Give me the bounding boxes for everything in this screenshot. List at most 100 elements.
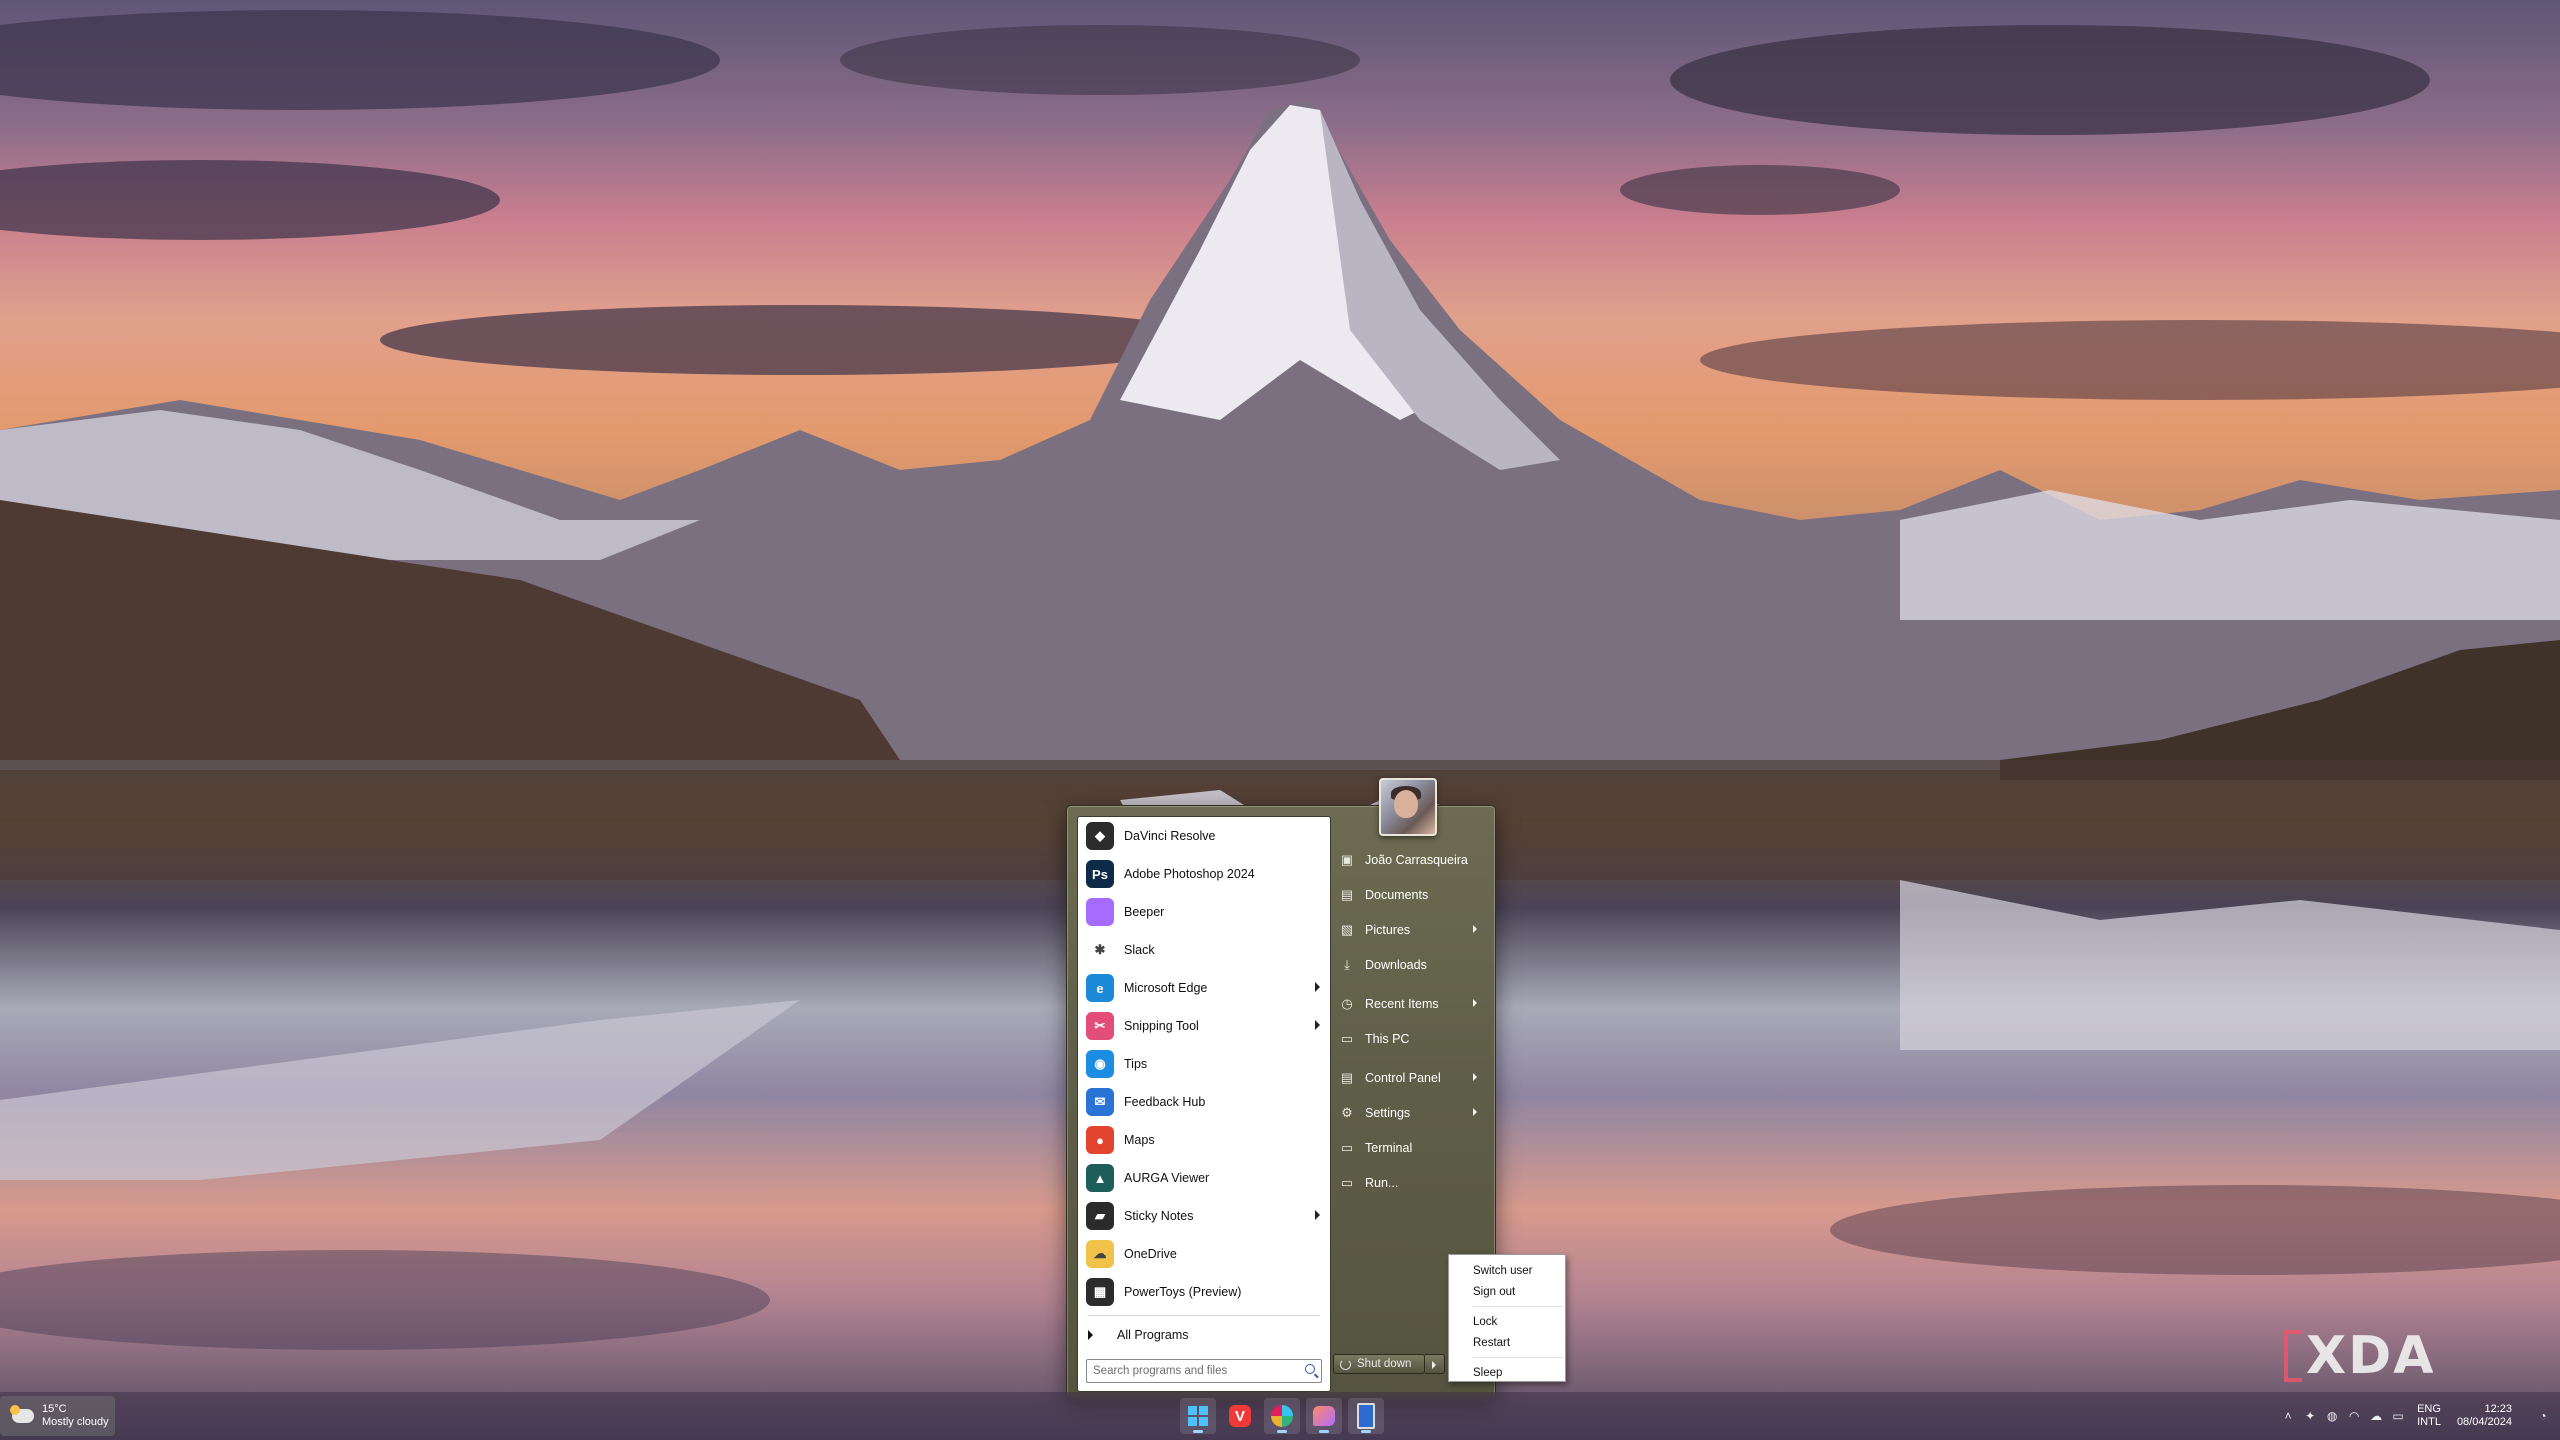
menu-item-lock[interactable]: Lock [1449,1311,1565,1332]
lang-layout: INTL [2417,1416,2441,1428]
wifi-icon[interactable]: ◠ [2345,1409,2363,1423]
submenu-arrow-icon[interactable] [1315,1020,1320,1030]
app-label: Slack [1124,943,1155,957]
xda-logo-text: XDA [2306,1326,2436,1386]
all-programs-button[interactable]: All Programs [1078,1320,1330,1350]
menu-divider [1473,1357,1563,1358]
place-label: Documents [1365,887,1429,902]
app-item[interactable]: ● Maps [1078,1121,1330,1159]
input-language-indicator[interactable]: ENG INTL [2417,1403,2441,1429]
notification-bell-icon[interactable]: ◔ [2534,1409,2552,1423]
app-label: DaVinci Resolve [1124,829,1216,843]
davinci-resolve-icon: ◆ [1086,822,1114,850]
place-item[interactable]: ▭ Run... [1333,1165,1489,1200]
terminal-icon: ▭ [1340,1139,1354,1155]
app-item[interactable]: Ps Adobe Photoshop 2024 [1078,855,1330,893]
shutdown-options-button[interactable] [1425,1354,1445,1374]
xda-watermark: XDA [2284,1326,2436,1386]
photoshop-icon: Ps [1086,860,1114,888]
clock-date: 08/04/2024 [2456,1416,2512,1428]
battery-icon[interactable]: ▭ [2389,1409,2407,1423]
app-item[interactable]: ◆ DaVinci Resolve [1078,817,1330,855]
edge-icon: e [1086,974,1114,1002]
recent-items-icon: ◷ [1341,995,1353,1011]
menu-item-sleep[interactable]: Sleep [1449,1362,1565,1383]
submenu-arrow-icon[interactable] [1315,982,1320,992]
menu-item-switch-user[interactable]: Switch user [1449,1260,1565,1281]
place-item[interactable]: ▤ Documents [1333,877,1489,912]
place-label: Pictures [1365,922,1411,937]
place-item[interactable]: ▤ Control Panel [1333,1060,1489,1095]
start-button[interactable] [1180,1398,1216,1434]
downloads-icon: ⤓ [1344,956,1350,972]
tray-app-icon[interactable]: ✦ [2301,1409,2319,1423]
taskbar-document-app[interactable] [1348,1398,1384,1434]
taskbar-slack[interactable] [1264,1398,1300,1434]
pictures-icon: ▧ [1340,921,1354,937]
app-label: AURGA Viewer [1124,1171,1210,1185]
app-item[interactable]: ✱ Slack [1078,931,1330,969]
shutdown-button[interactable]: Shut down [1333,1354,1425,1374]
submenu-arrow-icon [1473,999,1477,1007]
weather-condition: Mostly cloudy [42,1416,109,1428]
place-item[interactable]: ▭ This PC [1333,1021,1489,1056]
app-item[interactable]: ◉ Tips [1078,1045,1330,1083]
power-icon [1340,1358,1351,1370]
tray-app-icon[interactable]: ◍ [2323,1409,2341,1423]
app-item[interactable]: ✉ Feedback Hub [1078,1083,1330,1121]
expand-arrow-icon [1088,1330,1093,1340]
app-item[interactable]: ▦ PowerToys (Preview) [1078,1273,1330,1311]
taskbar-vivaldi[interactable]: V [1222,1398,1258,1434]
app-label: Beeper [1124,905,1165,919]
app-item[interactable]: ☁ OneDrive [1078,1235,1330,1273]
submenu-arrow-icon[interactable] [1315,1210,1320,1220]
clock[interactable]: 12:23 08/04/2024 [2457,1403,2512,1429]
app-label: Sticky Notes [1124,1209,1194,1223]
menu-item-sign-out[interactable]: Sign out [1449,1281,1565,1302]
app-label: Tips [1124,1057,1148,1071]
app-item[interactable]: ▲ AURGA Viewer [1078,1159,1330,1197]
place-item[interactable]: ⤓ Downloads [1333,947,1489,982]
search-input[interactable] [1087,1364,1295,1378]
onedrive-icon: ☁ [1086,1240,1114,1268]
place-label: Run... [1365,1175,1399,1190]
run-icon: ▭ [1340,1174,1354,1190]
partly-cloudy-icon [10,1405,34,1423]
show-hidden-icons-chevron-icon[interactable]: ˄ [2279,1409,2297,1423]
powertoys-icon: ▦ [1086,1278,1114,1306]
app-item[interactable]: ✂ Snipping Tool [1078,1007,1330,1045]
user-avatar[interactable] [1379,778,1437,836]
menu-item-restart[interactable]: Restart [1449,1332,1565,1353]
weather-widget[interactable]: 15°C Mostly cloudy [0,1396,115,1436]
search-icon[interactable] [1305,1364,1315,1374]
app-item[interactable]: e Microsoft Edge [1078,969,1330,1007]
app-item[interactable]: Beeper [1078,893,1330,931]
place-item[interactable]: ▣ João Carrasqueira [1333,842,1489,877]
aurga-viewer-icon: ▲ [1086,1164,1114,1192]
app-label: Feedback Hub [1124,1095,1206,1109]
slack-icon [1271,1405,1293,1427]
place-item[interactable]: ⚙ Settings [1333,1095,1489,1130]
taskbar: 15°C Mostly cloudy V ˄ ✦ ◍ ◠ ☁ ▭ ENG INT… [0,1392,2560,1440]
weather-temperature: 15°C [42,1403,67,1415]
taskbar-beeper[interactable] [1306,1398,1342,1434]
document-icon [1357,1403,1375,1429]
app-label: Snipping Tool [1124,1019,1199,1033]
place-item[interactable]: ◷ Recent Items [1333,986,1489,1021]
search-box[interactable] [1086,1359,1322,1383]
place-item[interactable]: ▧ Pictures [1333,912,1489,947]
place-label: Terminal [1365,1140,1413,1155]
app-label: Adobe Photoshop 2024 [1124,867,1255,881]
sticky-notes-icon: ▰ [1086,1202,1114,1230]
beeper-icon [1086,898,1114,926]
this-pc-icon: ▭ [1340,1030,1354,1046]
clock-time: 12:23 [2484,1403,2512,1415]
onedrive-tray-icon[interactable]: ☁ [2367,1409,2385,1423]
pinned-programs-list: ◆ DaVinci Resolve Ps Adobe Photoshop 2024 Be… [1078,817,1330,1311]
shutdown-label: Shut down [1357,1358,1412,1370]
lang-code: ENG [2417,1403,2441,1415]
place-item[interactable]: ▭ Terminal [1333,1130,1489,1165]
shutdown-group: Shut down [1333,1354,1445,1374]
app-item[interactable]: ▰ Sticky Notes [1078,1197,1330,1235]
place-label: Recent Items [1365,996,1439,1011]
